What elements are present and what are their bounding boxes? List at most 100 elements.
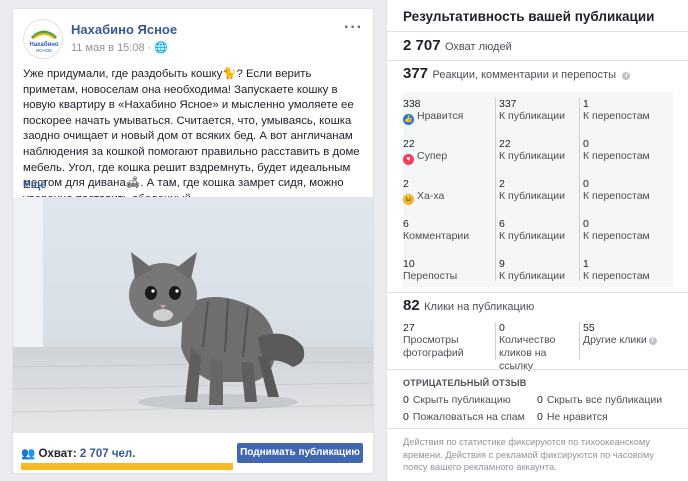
shares-label: Перепосты [403, 270, 458, 282]
boost-post-button[interactable]: Поднимать публикацию [237, 443, 363, 463]
timezone-footnote: Действия по статистике фиксируются по ти… [403, 437, 654, 472]
shares-share-cell: 1К перепостам [583, 258, 650, 283]
insights-title: Результативность вашей публикации [403, 9, 655, 24]
stat-number: 0 [403, 394, 409, 406]
report-spam-stat: 0 Пожаловаться на спам [403, 411, 525, 423]
reach-summary: 👥 Охват: 2 707 чел. [21, 446, 135, 460]
comments-share-cell: 0К перепостам [583, 218, 650, 243]
logo-text-line2: ЯСНОЕ [36, 48, 52, 53]
reach-stat-label: Охват людей [445, 41, 512, 53]
column-divider [495, 322, 496, 360]
love-label: Супер [417, 150, 448, 162]
stat-number: 27 [403, 322, 415, 334]
people-icon: 👥 [21, 448, 36, 460]
column-divider [579, 322, 580, 360]
engagement-number: 377 [403, 65, 429, 82]
stat-number: 0 [537, 411, 543, 423]
clicks-number: 82 [403, 297, 420, 314]
stat-number: 0 [537, 394, 543, 406]
clicks-breakdown: 27 Просмотры фотографий 0 Количество клико… [403, 322, 675, 372]
link-clicks-cell: 0 Количество кликов на ссылку [499, 322, 575, 373]
love-share-cell: 0К перепостам [583, 138, 650, 163]
stat-number: 0 [499, 322, 505, 334]
info-icon[interactable]: i [648, 337, 657, 345]
post-card: Нахабино ЯСНОЕ Нахабино Ясное 11 мая в 1… [12, 8, 374, 474]
stat-number: 337 [499, 98, 517, 110]
stat-label: К публикации [499, 230, 566, 242]
reaction-love-cell: 22 ♥ Супер [403, 138, 447, 165]
stat-label: К перепостам [583, 270, 650, 282]
engagement-stat: 377 Реакции, комментарии и перепосты i [403, 65, 631, 83]
post-photo-kitten[interactable] [13, 197, 373, 433]
stat-label: Не нравится [546, 411, 608, 423]
haha-count: 2 [403, 178, 409, 190]
reach-value[interactable]: 2 707 чел. [80, 448, 136, 460]
divider [387, 369, 688, 370]
reach-progress-fill [21, 463, 233, 470]
stat-label: К публикации [499, 190, 566, 202]
hide-post-stat: 0 Скрыть публикацию [403, 394, 511, 406]
stat-number: 22 [499, 138, 511, 150]
hide-all-stat: 0 Скрыть все публикации [537, 394, 662, 406]
post-timestamp[interactable]: 11 мая в 15:08 · 🌐 [71, 41, 168, 54]
stat-number: 55 [583, 322, 595, 334]
stat-label: Пожаловаться на спам [412, 411, 525, 423]
stat-label: Скрыть публикацию [412, 394, 511, 406]
insights-panel: Результативность вашей публикации 2 707 … [386, 0, 688, 481]
clicks-label: Клики на публикацию [424, 301, 535, 313]
divider [387, 31, 688, 32]
stat-label: К перепостам [583, 190, 650, 202]
reach-stat: 2 707 Охват людей [403, 37, 512, 55]
page-avatar[interactable]: Нахабино ЯСНОЕ [23, 19, 63, 59]
haha-label: Ха-ха [417, 190, 445, 202]
globe-icon: 🌐 [154, 42, 169, 54]
stat-label: К перепостам [583, 230, 650, 242]
engagement-label: Реакции, комментарии и перепосты [432, 69, 616, 81]
divider [387, 292, 688, 293]
column-divider [495, 98, 496, 281]
shares-cell: 10 Перепосты [403, 258, 457, 283]
like-icon: 👍 [403, 114, 414, 125]
reach-progress-bar [21, 463, 233, 470]
reactions-grid: 338 👍 Нравится 337 К публикации 1К перепос… [403, 92, 673, 287]
stat-number: 0 [583, 218, 589, 230]
comments-cell: 6 Комментарии [403, 218, 469, 243]
stat-number: 9 [499, 258, 505, 270]
divider [387, 60, 688, 61]
stat-number: 0 [583, 138, 589, 150]
unlike-stat: 0 Не нравится [537, 411, 608, 423]
stat-number: 0 [583, 178, 589, 190]
haha-post-cell: 2К публикации [499, 178, 565, 203]
page-name-link[interactable]: Нахабино Ясное [71, 22, 177, 37]
post-panel: Нахабино ЯСНОЕ Нахабино Ясное 11 мая в 1… [0, 0, 386, 481]
stat-number: 6 [499, 218, 505, 230]
haha-share-cell: 0К перепостам [583, 178, 650, 203]
shares-post-cell: 9К публикации [499, 258, 565, 283]
stat-label: К перепостам [583, 150, 650, 162]
photo-views-cell: 27 Просмотры фотографий [403, 322, 489, 360]
clicks-stat: 82 Клики на публикацию [403, 297, 534, 315]
stat-number: 0 [403, 411, 409, 423]
info-icon[interactable]: i [622, 72, 631, 80]
love-count: 22 [403, 138, 415, 150]
like-share-cell: 1К перепостам [583, 98, 650, 123]
see-more-link[interactable]: Ещё [23, 179, 47, 191]
stat-label: Другие клики [583, 334, 647, 346]
logo-text-line1: Нахабино [29, 41, 58, 48]
column-divider [579, 98, 580, 281]
post-text: Уже придумали, где раздобыть кошку🐈? Есл… [23, 68, 360, 205]
other-clicks-cell: 55 Другие клики i [583, 322, 675, 347]
stat-label: Скрыть все публикации [546, 394, 663, 406]
post-header: Нахабино ЯСНОЕ Нахабино Ясное 11 мая в 1… [23, 19, 365, 61]
stat-number: 1 [583, 98, 589, 110]
comments-label: Комментарии [403, 230, 470, 242]
shares-count: 10 [403, 258, 415, 270]
negative-feedback-title: ОТРИЦАТЕЛЬНЫЙ ОТЗЫВ [403, 378, 527, 388]
comments-post-cell: 6К публикации [499, 218, 565, 243]
divider [387, 428, 688, 429]
like-count: 338 [403, 98, 421, 110]
reach-label: Охват: [38, 448, 80, 460]
love-post-cell: 22 К публикации [499, 138, 565, 163]
reach-number: 2 707 [403, 37, 441, 54]
more-options-button[interactable]: ··· [344, 19, 363, 37]
